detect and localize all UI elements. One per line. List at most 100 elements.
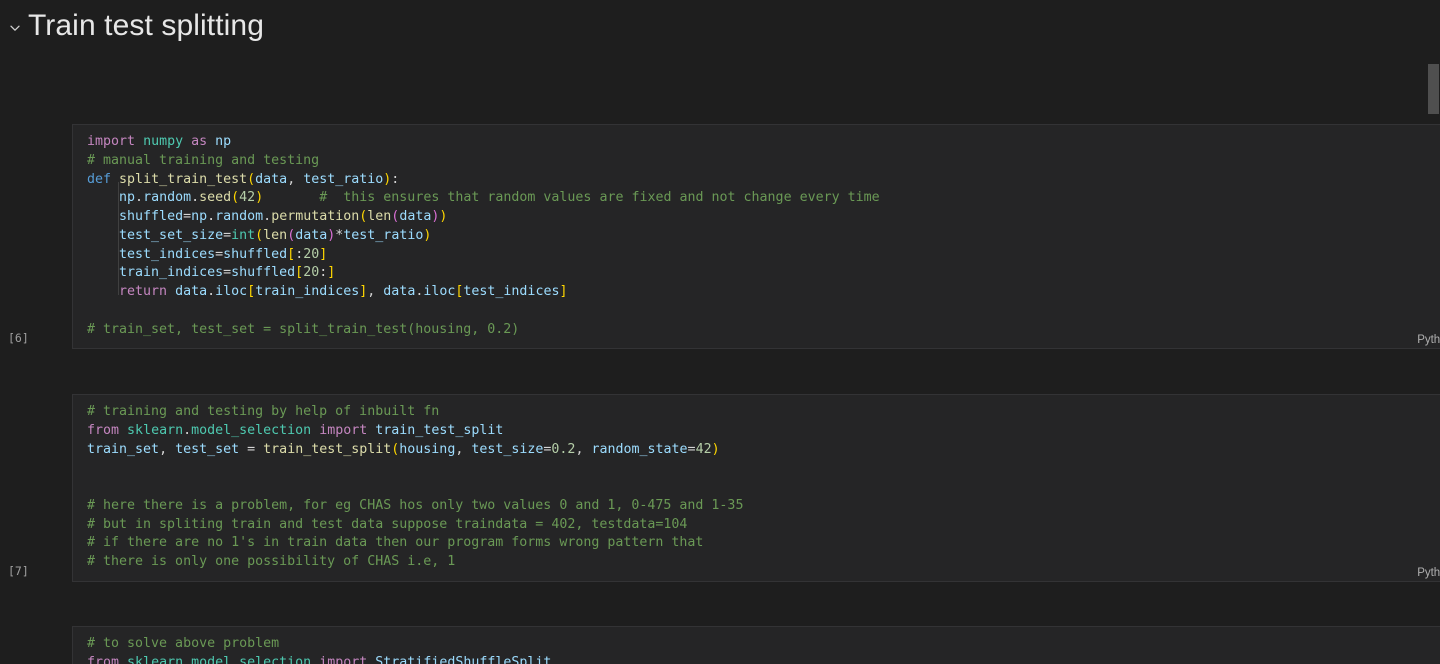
- code-token: =: [247, 441, 256, 457]
- code-token: data: [399, 209, 432, 224]
- code-token: .: [207, 209, 216, 224]
- code-token: import: [87, 134, 136, 149]
- code-token: from: [87, 654, 120, 664]
- code-token: ,: [159, 441, 176, 457]
- code-line: # but in spliting train and test data su…: [87, 516, 1440, 535]
- code-token: ,: [455, 441, 472, 457]
- code-token: train_test_split: [263, 441, 392, 457]
- code-token: train_set: [87, 441, 160, 457]
- code-token: shuffled: [223, 246, 288, 262]
- code-token: data: [255, 171, 288, 187]
- execution-count: [6]: [8, 331, 29, 345]
- code-line: # to solve above problem: [87, 635, 1440, 654]
- code-line: train_indices=shuffled[20:]: [87, 264, 1440, 283]
- code-token: =: [223, 265, 232, 281]
- code-line: shuffled=np.random.permutation(len(data)…: [87, 208, 1440, 227]
- code-token: =: [687, 441, 696, 457]
- code-token: .: [191, 190, 200, 206]
- code-token: test_indices: [119, 246, 216, 262]
- code-token: numpy: [143, 134, 184, 149]
- code-line: # training and testing by help of inbuil…: [87, 403, 1440, 422]
- code-token: test_ratio: [343, 227, 424, 243]
- code-token: ,: [575, 441, 592, 457]
- code-token: random: [215, 209, 264, 224]
- code-token: =: [223, 227, 232, 243]
- code-token: 0.2: [551, 441, 576, 457]
- notebook-cell[interactable]: # to solve above problem from sklearn.mod…: [36, 626, 1440, 664]
- code-editor[interactable]: # to solve above problem from sklearn.mod…: [73, 627, 1440, 664]
- code-editor[interactable]: import numpy as np # manual training and …: [73, 125, 1440, 349]
- code-token: # here there is a problem, for eg CHAS h…: [87, 497, 744, 513]
- code-token: sklearn: [127, 422, 184, 438]
- notebook-cell[interactable]: import numpy as np # manual training and …: [8, 124, 1440, 349]
- code-token: import: [319, 422, 368, 438]
- code-token: # training and testing by help of inbuil…: [87, 404, 440, 419]
- vertical-scrollbar[interactable]: [1426, 52, 1440, 664]
- code-line: def split_train_test(data, test_ratio):: [87, 171, 1440, 190]
- code-token: ,: [367, 284, 384, 299]
- code-token: train_test_split: [375, 422, 504, 438]
- code-token: ]: [319, 246, 328, 262]
- code-token: (: [231, 190, 240, 206]
- code-token: test_indices: [463, 284, 560, 299]
- notebook-cell-list[interactable]: import numpy as np # manual training and …: [0, 52, 1440, 664]
- notebook-header: Train test splitting: [0, 0, 1440, 52]
- code-token: ): [711, 441, 720, 457]
- code-token: random_state: [591, 441, 688, 457]
- code-token: ]: [559, 284, 568, 299]
- cell-editor[interactable]: # training and testing by help of inbuil…: [72, 394, 1440, 582]
- code-token: .: [263, 209, 272, 224]
- notebook-cell[interactable]: # training and testing by help of inbuil…: [8, 394, 1440, 582]
- code-token: .: [135, 190, 144, 206]
- code-token: StratifiedShuffleSplit: [375, 654, 552, 664]
- code-line: # if there are no 1's in train data then…: [87, 534, 1440, 553]
- code-line: test_set_size=int(len(data)*test_ratio): [87, 227, 1440, 246]
- code-line: train_set, test_set = train_test_split(h…: [87, 441, 1440, 460]
- code-token: 42: [695, 441, 712, 457]
- code-token: =: [183, 209, 192, 224]
- code-token: .: [183, 422, 192, 438]
- cell-editor[interactable]: # to solve above problem from sklearn.mod…: [72, 626, 1440, 664]
- code-token: shuffled: [231, 265, 296, 281]
- code-line: test_indices=shuffled[:20]: [87, 246, 1440, 265]
- code-token: :: [295, 246, 304, 262]
- cell-editor[interactable]: import numpy as np # manual training and …: [72, 124, 1440, 349]
- code-token: iloc: [215, 284, 248, 299]
- code-editor[interactable]: # training and testing by help of inbuil…: [73, 395, 1440, 582]
- code-token: ): [423, 227, 432, 243]
- chevron-down-icon[interactable]: [6, 19, 24, 37]
- code-token: [: [247, 284, 256, 299]
- code-token: ): [439, 209, 448, 224]
- code-token: train_indices: [119, 265, 224, 281]
- code-token: data: [175, 284, 208, 299]
- code-token: test_size: [471, 441, 544, 457]
- code-token: int: [231, 227, 256, 243]
- code-line: return data.iloc[train_indices], data.il…: [87, 283, 1440, 302]
- code-token: as: [191, 134, 208, 149]
- code-line: from sklearn.model_selection import Stra…: [87, 654, 1440, 664]
- code-token: =: [215, 246, 224, 262]
- code-token: :: [391, 171, 400, 187]
- code-token: # but in spliting train and test data su…: [87, 516, 688, 532]
- code-token: # there is only one possibility of CHAS …: [87, 554, 456, 569]
- execution-count: [7]: [8, 564, 29, 578]
- code-token: def: [87, 171, 112, 187]
- code-token: shuffled: [119, 209, 184, 224]
- vertical-scrollbar-thumb[interactable]: [1428, 64, 1439, 114]
- code-token: sklearn: [127, 654, 184, 664]
